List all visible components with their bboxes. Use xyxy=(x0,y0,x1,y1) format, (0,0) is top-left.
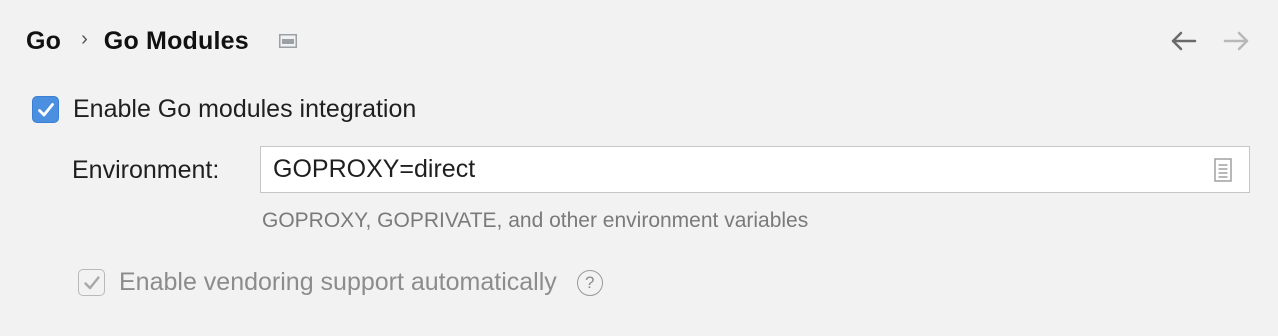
forward-button[interactable] xyxy=(1222,26,1252,56)
environment-label: Environment: xyxy=(72,156,220,184)
enable-go-modules-checkbox[interactable] xyxy=(32,96,59,123)
breadcrumb-item-go[interactable]: Go xyxy=(26,27,61,56)
vendoring-label: Enable vendoring support automatically xyxy=(119,268,557,296)
back-button[interactable] xyxy=(1168,26,1198,56)
arrow-left-icon xyxy=(1171,31,1197,51)
vendoring-row: Enable vendoring support automatically ? xyxy=(78,268,603,297)
help-icon[interactable]: ? xyxy=(576,269,603,296)
checkmark-icon xyxy=(83,275,100,289)
environment-hint: GOPROXY, GOPRIVATE, and other environmen… xyxy=(262,209,809,232)
navigation-buttons xyxy=(1168,26,1252,56)
breadcrumb-separator: › xyxy=(81,27,88,50)
page-title: Go Modules xyxy=(103,26,249,55)
enable-go-modules-row[interactable]: Enable Go modules integration xyxy=(32,95,416,124)
vendoring-checkbox xyxy=(78,269,105,296)
environment-input[interactable]: GOPROXY=direct xyxy=(273,155,1209,184)
enable-go-modules-label[interactable]: Enable Go modules integration xyxy=(73,95,416,124)
arrow-right-icon xyxy=(1223,31,1249,51)
project-settings-icon xyxy=(278,34,297,48)
breadcrumb: Go › Go Modules xyxy=(26,24,297,58)
environment-field[interactable]: GOPROXY=direct xyxy=(260,146,1250,193)
document-icon xyxy=(1214,157,1232,182)
checkmark-icon xyxy=(37,102,54,116)
browse-environment-button[interactable] xyxy=(1209,156,1237,184)
